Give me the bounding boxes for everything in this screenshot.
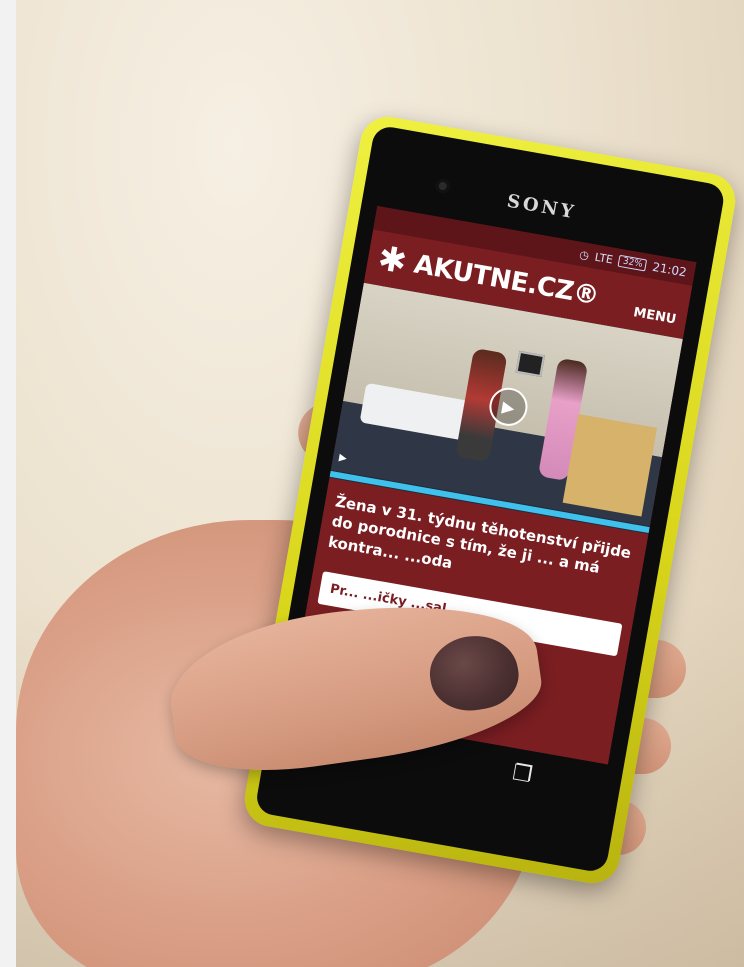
logo-star-icon[interactable]: ✱ bbox=[375, 238, 410, 282]
small-play-icon[interactable]: ▶ bbox=[338, 452, 347, 464]
video-cabinet bbox=[562, 414, 658, 517]
video-monitor bbox=[515, 350, 545, 378]
alarm-icon: ◷ bbox=[578, 247, 591, 262]
recent-apps-icon[interactable]: ❐ bbox=[511, 760, 535, 788]
network-type: LTE bbox=[593, 250, 615, 267]
status-time: 21:02 bbox=[651, 259, 688, 280]
battery-indicator: 32% bbox=[617, 254, 648, 272]
menu-button[interactable]: MENU bbox=[632, 305, 677, 327]
